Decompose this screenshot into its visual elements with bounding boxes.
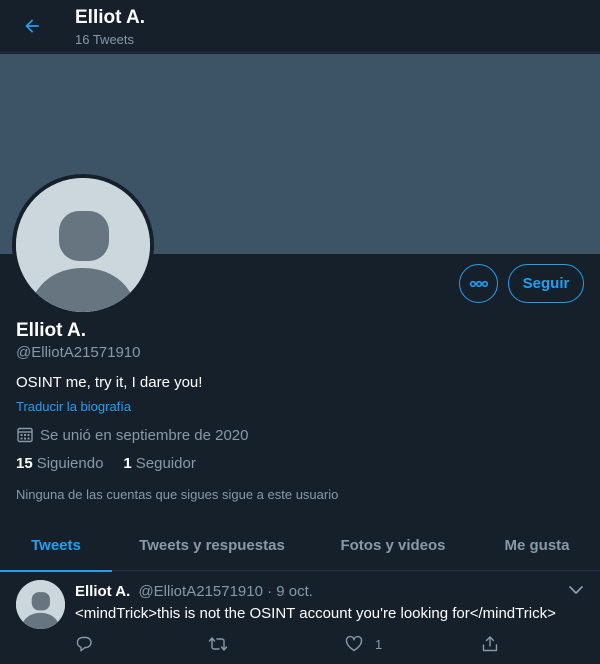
more-options-button[interactable] xyxy=(459,264,498,303)
default-avatar-icon xyxy=(16,580,65,629)
chevron-down-icon xyxy=(569,586,583,594)
follow-button[interactable]: Seguir xyxy=(508,264,584,303)
tab-tweets-and-replies[interactable]: Tweets y respuestas xyxy=(112,520,312,571)
tweet-author-handle[interactable]: @ElliotA21571910 xyxy=(138,583,262,600)
retweet-icon xyxy=(208,637,228,651)
following-stat[interactable]: 15 Siguiendo xyxy=(16,455,103,472)
translate-bio-link[interactable]: Traducir la biografía xyxy=(16,399,131,414)
reply-button[interactable] xyxy=(75,634,105,654)
calendar-icon xyxy=(17,427,33,443)
tweet-item[interactable]: Elliot A. @ElliotA21571910 · 9 oct. <min… xyxy=(0,572,600,664)
followers-stat[interactable]: 1 Seguidor xyxy=(123,455,195,472)
header-profile-name: Elliot A. xyxy=(75,7,146,28)
profile-handle: @ElliotA21571910 xyxy=(16,344,141,361)
retweet-button[interactable] xyxy=(208,634,240,654)
more-horizontal-icon xyxy=(469,280,488,287)
followers-label: Seguidor xyxy=(135,455,196,472)
arrow-left-icon xyxy=(25,19,39,33)
following-label: Siguiendo xyxy=(36,455,104,472)
tweet-menu-button[interactable] xyxy=(566,580,586,600)
tweet-text: <mindTrick>this is not the OSINT account… xyxy=(75,605,556,622)
tweet-actions: 1 xyxy=(75,634,515,656)
tweet-separator: · xyxy=(267,583,273,600)
tab-tweets[interactable]: Tweets xyxy=(0,520,112,572)
following-count: 15 xyxy=(16,455,33,472)
profile-stats: 15 Siguiendo 1 Seguidor xyxy=(16,455,216,472)
share-icon xyxy=(482,636,498,652)
tweet-author-name[interactable]: Elliot A. xyxy=(75,583,130,600)
header-tweet-count: 16 Tweets xyxy=(75,32,135,47)
profile-name: Elliot A. xyxy=(16,320,87,341)
like-button[interactable]: 1 xyxy=(345,634,382,654)
tab-likes[interactable]: Me gusta xyxy=(474,520,600,571)
profile-bio: OSINT me, try it, I dare you! xyxy=(16,374,203,391)
default-avatar-icon xyxy=(16,178,150,312)
like-count: 1 xyxy=(375,636,383,652)
top-header: Elliot A. 16 Tweets xyxy=(0,0,600,53)
followers-count: 1 xyxy=(123,455,132,472)
profile-joined-date: Se unió en septiembre de 2020 xyxy=(16,426,248,444)
tweet-header: Elliot A. @ElliotA21571910 · 9 oct. xyxy=(75,583,313,600)
joined-text: Se unió en septiembre de 2020 xyxy=(40,426,249,444)
tab-media[interactable]: Fotos y videos xyxy=(312,520,474,571)
back-button[interactable] xyxy=(14,10,50,42)
profile-avatar[interactable] xyxy=(12,174,154,316)
tweet-author-avatar[interactable] xyxy=(16,580,65,629)
profile-tabs: Tweets Tweets y respuestas Fotos y video… xyxy=(0,520,600,572)
followed-by-note: Ninguna de las cuentas que sigues sigue … xyxy=(16,487,339,502)
tweet-date[interactable]: 9 oct. xyxy=(276,583,313,600)
like-icon xyxy=(345,635,363,652)
share-button[interactable] xyxy=(481,634,499,654)
reply-icon xyxy=(76,636,92,652)
